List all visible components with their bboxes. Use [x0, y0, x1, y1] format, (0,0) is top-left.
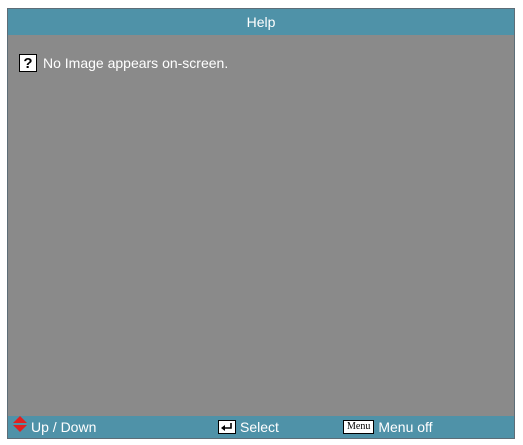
- up-down-arrows-icon: [13, 416, 27, 438]
- question-icon: ?: [19, 54, 37, 72]
- select-label: Select: [240, 419, 279, 435]
- menu-key-icon: Menu: [343, 420, 375, 434]
- help-message: No Image appears on-screen.: [43, 55, 229, 71]
- updown-label: Up / Down: [31, 419, 97, 435]
- help-message-row: ? No Image appears on-screen.: [19, 53, 228, 73]
- footer-bar: Up / Down Select Menu Menu off: [8, 416, 514, 438]
- menuoff-hint: Menu Menu off: [343, 416, 433, 438]
- select-hint: Select: [218, 416, 279, 438]
- updown-hint: Up / Down: [13, 416, 96, 438]
- enter-key-icon: [218, 420, 236, 434]
- help-osd-panel: Help ? No Image appears on-screen. Up / …: [7, 8, 515, 439]
- page-title: Help: [246, 14, 276, 30]
- title-bar: Help: [8, 9, 514, 35]
- menuoff-label: Menu off: [378, 419, 433, 435]
